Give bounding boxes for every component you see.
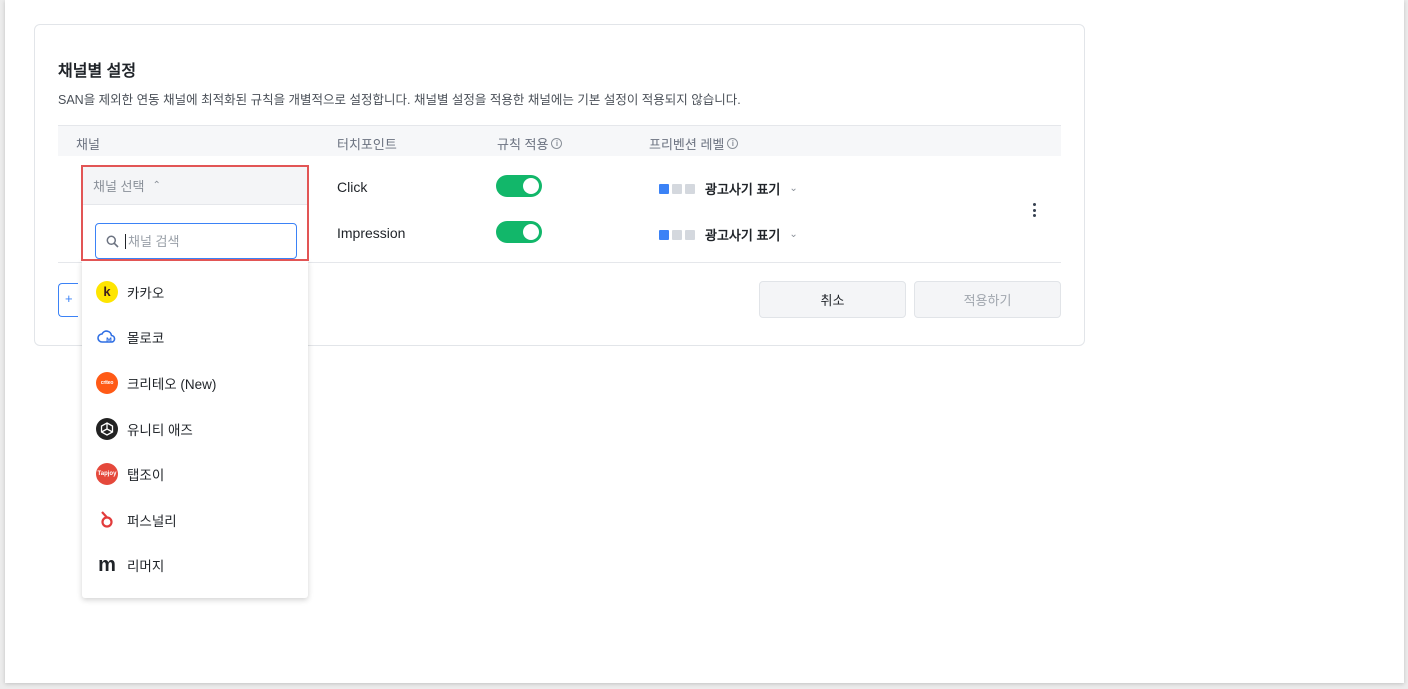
- level-square: [672, 183, 682, 194]
- svg-text:M: M: [106, 337, 112, 344]
- toggle-knob: [523, 178, 539, 194]
- table-header: 채널 터치포인트 규칙 적용 i 프리벤션 레벨 i: [58, 125, 1061, 156]
- header-prevention: 프리벤션 레벨 i: [649, 134, 739, 153]
- option-tapjoy[interactable]: Tapjoy 탭조이: [82, 451, 308, 497]
- touchpoint-impression: Impression: [337, 225, 406, 241]
- touchpoint-click: Click: [337, 179, 368, 195]
- section-title: 채널별 설정: [58, 63, 137, 80]
- option-remerge[interactable]: m 리머지: [82, 543, 308, 589]
- remerge-icon: m: [98, 553, 116, 576]
- channel-select-toggle[interactable]: 채널 선택 ⌃: [83, 167, 307, 205]
- chevron-up-icon: ⌃: [152, 180, 161, 191]
- chevron-down-icon: ⌄: [789, 183, 798, 194]
- option-moloco[interactable]: M 몰로코: [82, 315, 308, 361]
- option-unity[interactable]: 유니티 애즈: [82, 406, 308, 452]
- option-kakao[interactable]: k 카카오: [82, 269, 308, 315]
- level-square: [672, 229, 682, 240]
- plus-icon: +: [65, 291, 73, 306]
- header-rule: 규칙 적용 i: [497, 134, 563, 153]
- app-window: 채널별 설정 SAN을 제외한 연동 채널에 최적화된 규칙을 개별적으로 설정…: [5, 0, 1404, 683]
- header-touchpoint: 터치포인트: [337, 137, 397, 152]
- rule-toggle-impression[interactable]: [496, 221, 542, 243]
- unity-icon: [96, 417, 118, 440]
- level-square: [685, 229, 695, 240]
- moloco-icon: M: [96, 326, 118, 348]
- more-options-icon[interactable]: [1032, 203, 1036, 217]
- channel-options-list: k 카카오 M 몰로코 criteo 크리테오 (New) 유니티 애즈 Tap…: [82, 260, 308, 598]
- search-icon: [106, 235, 119, 248]
- option-criteo[interactable]: criteo 크리테오 (New): [82, 360, 308, 406]
- channel-search-input[interactable]: [125, 233, 275, 249]
- section-description: SAN을 제외한 연동 채널에 최적화된 규칙을 개별적으로 설정합니다. 채널…: [58, 93, 741, 107]
- cancel-button[interactable]: 취소: [759, 281, 906, 318]
- prevention-level-select[interactable]: 광고사기 표기 ⌄: [659, 225, 798, 244]
- apply-button[interactable]: 적용하기: [914, 281, 1061, 318]
- header-channel: 채널: [76, 137, 100, 152]
- level-square-active: [659, 183, 669, 194]
- info-icon[interactable]: i: [727, 138, 739, 149]
- level-square-active: [659, 229, 669, 240]
- toggle-knob: [523, 224, 539, 240]
- channel-search-box[interactable]: [95, 223, 297, 259]
- info-icon[interactable]: i: [551, 138, 563, 149]
- option-persona[interactable]: 퍼스널리: [82, 497, 308, 543]
- persona-icon: [96, 509, 118, 531]
- rule-toggle-click[interactable]: [496, 175, 542, 197]
- add-channel-button[interactable]: +: [58, 283, 78, 317]
- tapjoy-icon: Tapjoy: [96, 463, 118, 486]
- kakao-icon: k: [96, 280, 118, 303]
- channel-select-dropdown[interactable]: 채널 선택 ⌃: [81, 165, 309, 261]
- prevention-level-select[interactable]: 광고사기 표기 ⌄: [659, 179, 798, 198]
- level-square: [685, 183, 695, 194]
- criteo-icon: criteo: [96, 371, 118, 394]
- chevron-down-icon: ⌄: [789, 229, 798, 240]
